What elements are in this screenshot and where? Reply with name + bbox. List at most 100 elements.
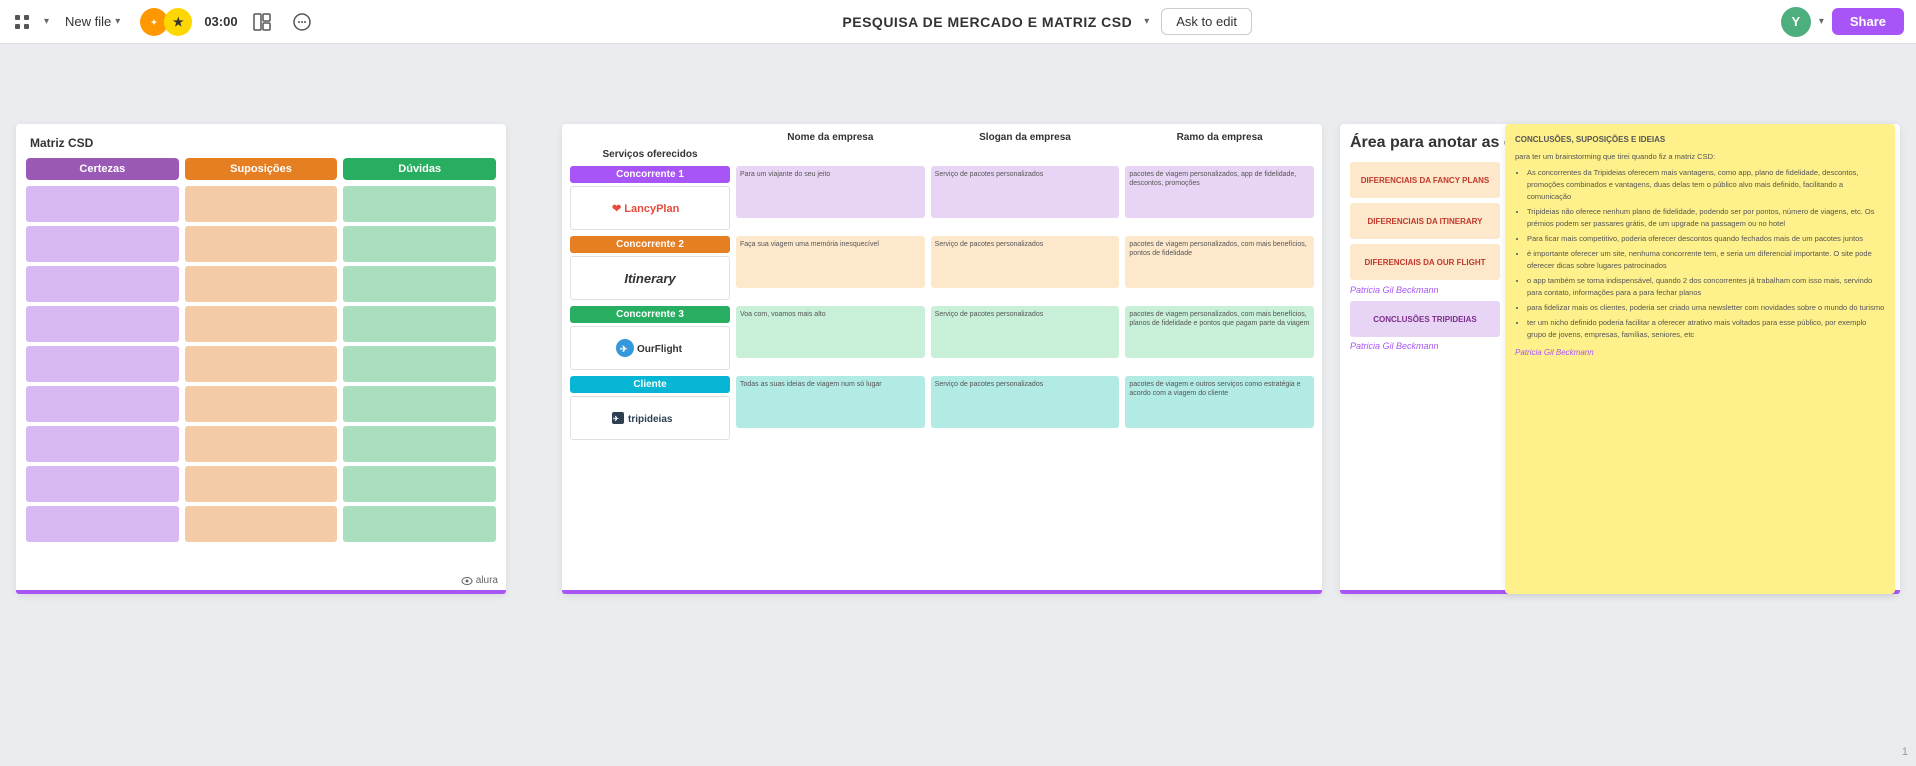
new-file-button[interactable]: New file ▾ [57,10,128,33]
yellow-intro: para ter um brainstorming que tirei quan… [1515,151,1885,163]
diff-fancy-label: DIFERENCIAIS DA FANCY PLANS [1350,162,1500,198]
c1-servicos: pacotes de viagem personalizados, app de… [1125,166,1314,218]
certezas-sticky-5 [26,346,179,382]
c3-servicos: pacotes de viagem personalizados, com ma… [1125,306,1314,358]
c3-slogan: Voa com, voamos mais alto [736,306,925,358]
yellow-item-6: para fidelizar mais os clientes, poderia… [1527,302,1885,314]
page-number: 1 [1902,746,1908,758]
user-chevron: ▾ [1819,16,1824,27]
logo-lancy: ❤ LancyPlan [570,186,730,230]
yellow-item-7: ter um nicho definido poderia facilitar … [1527,317,1885,341]
svg-text:✦: ✦ [151,18,158,27]
layout-button[interactable] [246,6,278,38]
avatar-group: ✦ ★ [140,8,192,36]
svg-text:✈: ✈ [620,344,628,354]
duvidas-sticky-9 [343,506,496,542]
duvidas-sticky-4 [343,306,496,342]
suposicoes-header: Suposições [185,158,338,180]
duvidas-column: Dúvidas [343,158,496,578]
grid-menu-button[interactable] [8,8,36,36]
suposicoes-sticky-5 [185,346,338,382]
doc-title-chevron: ▾ [1144,16,1149,27]
suposicoes-sticky-4 [185,306,338,342]
yellow-notes-title: CONCLUSÕES, SUPOSIÇÕES E IDEIAS [1515,134,1885,147]
research-row-2: Concorrente 2 Itinerary Faça sua viagem … [570,236,1314,300]
suposicoes-sticky-9 [185,506,338,542]
certezas-sticky-1 [26,186,179,222]
c2-ramo: Serviço de pacotes personalizados [931,236,1120,288]
ask-edit-label: Ask to edit [1176,14,1237,29]
duvidas-header: Dúvidas [343,158,496,180]
yellow-item-3: Para ficar mais competitivo, poderia ofe… [1527,233,1885,245]
certezas-sticky-7 [26,426,179,462]
frame-competitor-research: Nome da empresa Slogan da empresa Ramo d… [562,124,1322,594]
duvidas-sticky-5 [343,346,496,382]
new-file-chevron: ▾ [115,16,120,27]
research-row-3: Concorrente 3 ✈ OurFlight Voa com, voamo… [570,306,1314,370]
certezas-sticky-3 [26,266,179,302]
col-header-ramo: Ramo da empresa [1125,132,1314,143]
c1-slogan: Para um viajante do seu jeito [736,166,925,218]
svg-text:✈: ✈ [613,415,619,423]
certezas-sticky-9 [26,506,179,542]
avatar-2: ★ [164,8,192,36]
user-avatar: Y [1781,7,1811,37]
badge-c3: Concorrente 3 [570,306,730,323]
client-ramo: Serviço de pacotes personalizados [931,376,1120,428]
logo-itinerary: Itinerary [570,256,730,300]
logo-tripideias: ✈ tripideias [570,396,730,440]
duvidas-sticky-7 [343,426,496,462]
suposicoes-sticky-7 [185,426,338,462]
suposicoes-sticky-3 [185,266,338,302]
yellow-notes-panel: CONCLUSÕES, SUPOSIÇÕES E IDEIAS para ter… [1505,124,1895,594]
logo-ourflight: ✈ OurFlight [570,326,730,370]
client-servicos: pacotes de viagem e outros serviços como… [1125,376,1314,428]
svg-text:❤ LancyPlan: ❤ LancyPlan [612,203,680,215]
share-button[interactable]: Share [1832,8,1904,35]
document-title: PESQUISA DE MERCADO E MATRIZ CSD [842,14,1132,30]
share-label: Share [1850,14,1886,29]
suposicoes-sticky-2 [185,226,338,262]
yellow-item-1: As concorrentes da Tripideias oferecem m… [1527,167,1885,203]
yellow-item-2: Tripideias não oferece nenhum plano de f… [1527,206,1885,230]
col-header-slogan: Slogan da empresa [931,132,1120,143]
c3-ramo: Serviço de pacotes personalizados [931,306,1120,358]
badge-c1: Concorrente 1 [570,166,730,183]
c2-servicos: pacotes de viagem personalizados, com ma… [1125,236,1314,288]
yellow-item-5: o app também se torna indispensável, qua… [1527,275,1885,299]
svg-text:tripideias: tripideias [628,414,673,425]
yellow-items: As concorrentes da Tripideias oferecem m… [1515,167,1885,341]
grid-chevron: ▾ [44,16,49,27]
duvidas-sticky-6 [343,386,496,422]
suposicoes-sticky-1 [185,186,338,222]
frame2-bar [562,590,1322,594]
col-header-servicos: Serviços oferecidos [570,149,730,160]
c2-slogan: Faça sua viagem uma memória inesquecível [736,236,925,288]
canvas[interactable]: Matriz CSD Certezas Suposições [0,44,1916,766]
viewer-label-1: alura [476,575,498,586]
c1-ramo: Serviço de pacotes personalizados [931,166,1120,218]
yellow-author: Patricia Gil Beckmann [1515,347,1885,360]
certezas-sticky-4 [26,306,179,342]
ask-to-edit-button[interactable]: Ask to edit [1161,8,1252,35]
svg-text:OurFlight: OurFlight [637,344,683,355]
frame-matriz-csd: Matriz CSD Certezas Suposições [16,124,506,594]
client-slogan: Todas as suas ideias de viagem num só lu… [736,376,925,428]
duvidas-sticky-2 [343,226,496,262]
certezas-sticky-2 [26,226,179,262]
certezas-sticky-8 [26,466,179,502]
chat-button[interactable] [286,6,318,38]
suposicoes-sticky-6 [185,386,338,422]
yellow-item-4: é importante oferecer um site, nenhuma c… [1527,248,1885,272]
toolbar: ▾ New file ▾ ✦ ★ 03:00 [0,0,1916,44]
suposicoes-column: Suposições [185,158,338,578]
col-header-empty [570,132,730,143]
user-initial: Y [1791,14,1800,29]
certezas-sticky-6 [26,386,179,422]
badge-client: Cliente [570,376,730,393]
new-file-label: New file [65,14,111,29]
diff-ourflight-label: DIFERENCIAIS DA OUR FLIGHT [1350,244,1500,280]
badge-c2: Concorrente 2 [570,236,730,253]
suposicoes-sticky-8 [185,466,338,502]
research-row-4: Cliente ✈ tripideias Todas as suas ideia… [570,376,1314,440]
